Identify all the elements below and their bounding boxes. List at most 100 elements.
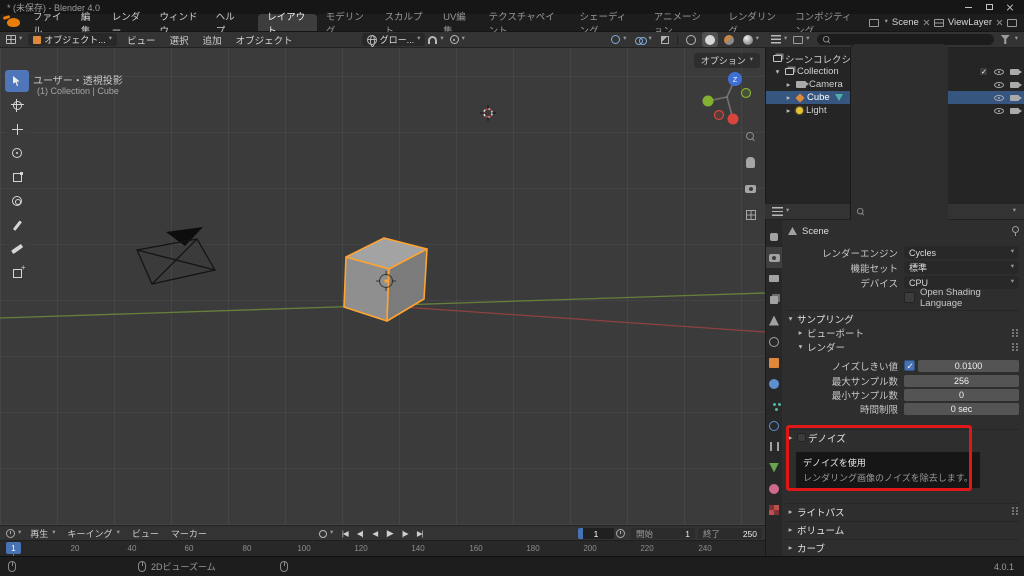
denoise-section-header[interactable]: デノイズ: [786, 429, 1019, 445]
prev-keyframe-button[interactable]: [353, 528, 366, 540]
play-reverse-button[interactable]: [368, 528, 381, 540]
time-limit-field[interactable]: 0 sec: [904, 403, 1019, 415]
transform-orientation-dropdown[interactable]: グロー...: [362, 33, 426, 46]
properties-content[interactable]: Scene レンダーエンジン Cycles 機能セット 標準 デバイス CPU …: [782, 220, 1024, 556]
feature-set-dropdown[interactable]: 標準: [904, 261, 1019, 274]
render-visibility-icon[interactable]: [1010, 69, 1019, 75]
outliner-filter-button[interactable]: [998, 32, 1013, 47]
pan-button[interactable]: [742, 154, 759, 171]
cursor-tool[interactable]: [5, 94, 29, 116]
jump-to-start-button[interactable]: [338, 528, 351, 540]
move-tool[interactable]: [5, 118, 29, 140]
chevron-down-icon[interactable]: [1015, 36, 1018, 43]
auto-keying-button[interactable]: [316, 526, 336, 541]
timeline-editor-button[interactable]: [3, 526, 24, 540]
volumes-section-header[interactable]: ボリューム: [786, 521, 1019, 537]
render-visibility-icon[interactable]: [1010, 108, 1019, 114]
jump-to-end-button[interactable]: [413, 528, 426, 540]
tab-world[interactable]: [766, 331, 782, 352]
hide-eye-icon[interactable]: [994, 82, 1004, 88]
tab-constraints[interactable]: [766, 436, 782, 457]
tab-scene[interactable]: [766, 310, 782, 331]
expand-arrow-icon[interactable]: [784, 107, 793, 115]
tab-sculpting[interactable]: スカルプト: [375, 14, 434, 31]
xray-toggle-button[interactable]: [658, 32, 672, 47]
menu-playback[interactable]: 再生: [24, 526, 61, 540]
playhead[interactable]: 1: [6, 542, 21, 554]
tab-tool[interactable]: [766, 226, 782, 247]
rotate-tool[interactable]: [5, 142, 29, 164]
editor-type-button[interactable]: [3, 32, 25, 47]
tab-shading[interactable]: シェーディング: [570, 14, 644, 31]
hide-eye-icon[interactable]: [994, 108, 1004, 114]
exclude-checkbox[interactable]: [979, 67, 988, 76]
shading-material-button[interactable]: [721, 32, 737, 47]
preset-menu-icon[interactable]: [1011, 329, 1019, 338]
hide-eye-icon[interactable]: [994, 69, 1004, 75]
render-visibility-icon[interactable]: [1010, 82, 1019, 88]
preset-menu-icon[interactable]: [1011, 507, 1019, 516]
camera-view-button[interactable]: [742, 180, 759, 197]
window-icon[interactable]: [1007, 19, 1017, 27]
unlink-viewlayer-icon[interactable]: [996, 19, 1003, 26]
tab-compositing[interactable]: コンポジティング: [786, 14, 869, 31]
shading-wireframe-button[interactable]: [683, 32, 699, 47]
outliner-display-mode-button[interactable]: [790, 32, 812, 47]
outliner-editor-button[interactable]: [768, 32, 790, 47]
render-visibility-icon[interactable]: [1010, 95, 1019, 101]
tab-modifiers[interactable]: [766, 373, 782, 394]
menu-file[interactable]: ファイル: [26, 14, 74, 31]
breadcrumb-scene[interactable]: Scene: [802, 226, 829, 237]
shading-solid-button[interactable]: [702, 32, 718, 47]
menu-object[interactable]: オブジェクト: [229, 32, 300, 47]
measure-tool[interactable]: [5, 238, 29, 260]
noise-threshold-checkbox[interactable]: [904, 360, 915, 371]
osl-checkbox[interactable]: [904, 292, 915, 303]
tab-object[interactable]: [766, 352, 782, 373]
expand-arrow-icon[interactable]: [773, 68, 782, 76]
viewport-canvas[interactable]: Z ユーザー・透視投影 (1) Collection | Cube: [0, 48, 765, 525]
chevron-down-icon[interactable]: [885, 19, 888, 26]
min-samples-field[interactable]: 0: [904, 389, 1019, 401]
menu-edit[interactable]: 編集: [74, 14, 105, 31]
menu-keying[interactable]: キーイング: [62, 526, 126, 540]
expand-arrow-icon[interactable]: [784, 81, 793, 89]
shading-rendered-button[interactable]: [740, 32, 762, 47]
tab-output[interactable]: [766, 268, 782, 289]
current-frame-field[interactable]: 1: [578, 528, 614, 539]
snap-toggle-button[interactable]: [425, 32, 446, 47]
render-engine-dropdown[interactable]: Cycles: [904, 246, 1019, 259]
tab-render[interactable]: [766, 247, 782, 268]
light-paths-section-header[interactable]: ライトパス: [786, 503, 1019, 519]
tab-uv-editing[interactable]: UV編集: [434, 14, 480, 31]
menu-select[interactable]: 選択: [163, 32, 196, 47]
expand-arrow-icon[interactable]: [784, 94, 793, 102]
blender-logo-icon[interactable]: [7, 18, 20, 27]
frame-start-field[interactable]: 開始 1: [631, 528, 695, 539]
curves-section-header[interactable]: カーブ: [786, 539, 1019, 555]
preview-range-button[interactable]: [613, 529, 628, 538]
show-overlays-button[interactable]: [632, 32, 654, 47]
play-button[interactable]: [383, 528, 396, 540]
tab-rendering[interactable]: レンダリング: [719, 14, 786, 31]
tab-layout[interactable]: レイアウト: [258, 14, 317, 31]
menu-marker[interactable]: マーカー: [165, 526, 213, 540]
navigation-gizmo[interactable]: Z: [695, 60, 759, 136]
maximize-button[interactable]: [984, 2, 994, 12]
select-box-tool[interactable]: [5, 70, 29, 92]
transform-tool[interactable]: [5, 190, 29, 212]
next-keyframe-button[interactable]: [398, 528, 411, 540]
max-samples-field[interactable]: 256: [904, 375, 1019, 387]
tab-object-data[interactable]: [766, 457, 782, 478]
tab-texture-paint[interactable]: テクスチャペイント: [480, 14, 571, 31]
menu-view[interactable]: ビュー: [120, 32, 163, 47]
ortho-toggle-button[interactable]: [742, 206, 759, 223]
close-button[interactable]: [1005, 2, 1015, 12]
unlink-scene-icon[interactable]: [923, 19, 930, 26]
scene-name[interactable]: Scene: [892, 17, 919, 28]
annotate-tool[interactable]: [5, 214, 29, 236]
menu-timeline-view[interactable]: ビュー: [126, 526, 165, 540]
menu-add[interactable]: 追加: [196, 32, 229, 47]
mode-dropdown[interactable]: オブジェクト...: [28, 33, 117, 46]
hide-eye-icon[interactable]: [994, 95, 1004, 101]
